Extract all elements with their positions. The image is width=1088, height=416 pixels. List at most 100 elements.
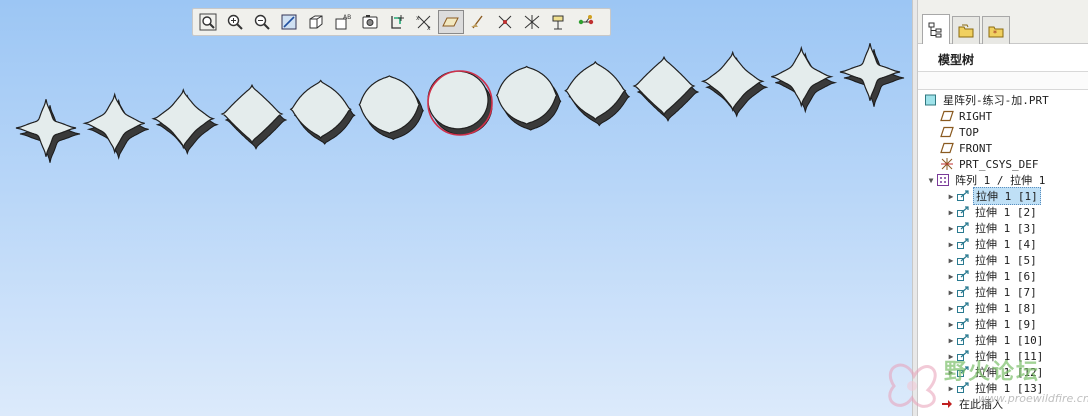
expand-arrow-icon[interactable]: ▶	[946, 192, 956, 201]
tree-root-row[interactable]: 星阵列-练习-加.PRT	[918, 92, 1088, 108]
tree-member-row[interactable]: ▶ 拉伸 1 [8]	[918, 300, 1088, 316]
spin-center-button[interactable]	[384, 10, 410, 34]
expand-arrow-icon[interactable]: ▶	[946, 272, 956, 281]
graphics-window[interactable]: AB xx	[0, 0, 912, 416]
repaint-button[interactable]	[276, 10, 302, 34]
extrude-icon	[956, 189, 970, 203]
tree-structure-icon	[928, 22, 942, 37]
tree-datum-row[interactable]: RIGHT	[918, 108, 1088, 124]
tree-member-label: 拉伸 1 [2]	[975, 206, 1037, 219]
datum-axes-icon	[442, 17, 459, 27]
csys-display-button[interactable]	[492, 10, 518, 34]
datum-plane-icon	[940, 141, 954, 155]
pattern-instance-6[interactable]	[358, 75, 424, 141]
folder-browser-tab[interactable]	[952, 16, 980, 44]
tree-member-label: 拉伸 1 [3]	[975, 222, 1037, 235]
pattern-instance-4[interactable]	[220, 83, 288, 150]
tree-root-label: 星阵列-练习-加.PRT	[943, 94, 1049, 107]
datum-axes-button[interactable]	[438, 10, 464, 34]
pattern-instance-10[interactable]	[632, 55, 700, 122]
pattern-row[interactable]: ▼ 阵列 1 / 拉伸 1	[918, 172, 1088, 188]
tree-datum-row[interactable]: FRONT	[918, 140, 1088, 156]
saved-views-button[interactable]: AB	[330, 10, 356, 34]
tree-datum-label: FRONT	[959, 141, 993, 155]
instance-top-face	[15, 99, 77, 157]
pattern-instance-13[interactable]	[839, 43, 905, 107]
zoom-out-button[interactable]	[249, 10, 275, 34]
model-shapes[interactable]	[0, 0, 912, 416]
expand-arrow-icon[interactable]: ▶	[946, 288, 956, 297]
collapse-arrow-icon[interactable]: ▼	[926, 176, 936, 185]
expand-arrow-icon[interactable]: ▶	[946, 336, 956, 345]
svg-text:x: x	[427, 25, 431, 31]
tree-filter-bar[interactable]	[918, 72, 1088, 90]
pattern-instance-5[interactable]	[289, 79, 356, 145]
tree-member-label: 拉伸 1 [1]	[973, 187, 1041, 205]
tree-datum-row[interactable]: TOP	[918, 124, 1088, 140]
tree-member-label: 拉伸 1 [6]	[975, 270, 1037, 283]
extrude-icon	[956, 317, 970, 331]
favorites-tab[interactable]: *	[982, 16, 1010, 44]
model-tree-tab[interactable]	[922, 14, 950, 44]
pattern-instance-8[interactable]	[495, 65, 562, 131]
saved-views-label: AB	[343, 14, 351, 21]
pattern-instance-7[interactable]	[427, 70, 493, 136]
tree-member-row[interactable]: ▶ 拉伸 1 [6]	[918, 268, 1088, 284]
datum-planes-icon: xx	[416, 15, 431, 31]
tree-member-row[interactable]: ▶ 拉伸 1 [3]	[918, 220, 1088, 236]
point-display-icon	[471, 15, 483, 29]
pattern-instance-9[interactable]	[564, 60, 631, 127]
tree-member-row[interactable]: ▶ 拉伸 1 [5]	[918, 252, 1088, 268]
instance-top-face	[220, 83, 284, 145]
expand-arrow-icon[interactable]: ▶	[946, 304, 956, 313]
view-manager-icon	[362, 15, 378, 29]
expand-arrow-icon[interactable]: ▶	[946, 320, 956, 329]
pattern-instance-12[interactable]	[771, 45, 838, 114]
svg-text:*: *	[993, 29, 997, 38]
refit-icon	[199, 13, 217, 31]
extrude-icon	[956, 205, 970, 219]
tree-member-row[interactable]: ▶ 拉伸 1 [2]	[918, 204, 1088, 220]
pattern-instance-1[interactable]	[15, 99, 81, 163]
model-tree-display-button[interactable]	[573, 10, 599, 34]
insert-arrow-icon	[940, 397, 954, 411]
tree-member-row[interactable]: ▶ 拉伸 1 [9]	[918, 316, 1088, 332]
expand-arrow-icon[interactable]: ▶	[946, 224, 956, 233]
pattern-instance-11[interactable]	[700, 50, 769, 118]
extrude-icon	[956, 333, 970, 347]
tree-member-row[interactable]: ▶ 拉伸 1 [7]	[918, 284, 1088, 300]
expand-arrow-icon[interactable]: ▶	[946, 256, 956, 265]
repaint-icon	[281, 14, 297, 30]
instance-top-face	[151, 88, 216, 150]
watermark-url: www.proewildfire.cn	[978, 392, 1088, 405]
zoom-in-button[interactable]	[222, 10, 248, 34]
display-style-button[interactable]	[303, 10, 329, 34]
refit-button[interactable]	[195, 10, 221, 34]
tree-member-row[interactable]: ▶ 拉伸 1 [4]	[918, 236, 1088, 252]
pattern-instance-3[interactable]	[151, 88, 219, 156]
csys-display-icon	[498, 15, 512, 29]
extrude-icon	[956, 237, 970, 251]
display-style-icon	[309, 15, 323, 29]
tree-member-row[interactable]: ▶ 拉伸 1 [1]	[918, 187, 1088, 205]
tree-member-row[interactable]: ▶ 拉伸 1 [10]	[918, 332, 1088, 348]
tree-member-label: 拉伸 1 [10]	[975, 334, 1044, 347]
pattern-instance-2[interactable]	[82, 92, 149, 160]
expand-arrow-icon[interactable]: ▶	[946, 208, 956, 217]
svg-text:x: x	[416, 15, 420, 22]
csys-icon	[940, 157, 954, 171]
expand-arrow-icon[interactable]: ▶	[946, 240, 956, 249]
extrude-icon	[956, 269, 970, 283]
point-display-button[interactable]	[465, 10, 491, 34]
tree-datum-row[interactable]: PRT_CSYS_DEF	[918, 156, 1088, 172]
model-tree-icon	[578, 15, 594, 25]
view-manager-button[interactable]	[357, 10, 383, 34]
tree-member-label: 拉伸 1 [7]	[975, 286, 1037, 299]
datum-planes-button[interactable]: xx	[411, 10, 437, 34]
annotation-display-button[interactable]	[519, 10, 545, 34]
pattern-icon	[936, 173, 950, 187]
instance-top-face	[771, 45, 834, 108]
favorites-folder-icon: *	[988, 26, 1004, 38]
datum-point-tag-button[interactable]	[546, 10, 572, 34]
tree-datum-label: TOP	[959, 125, 979, 139]
